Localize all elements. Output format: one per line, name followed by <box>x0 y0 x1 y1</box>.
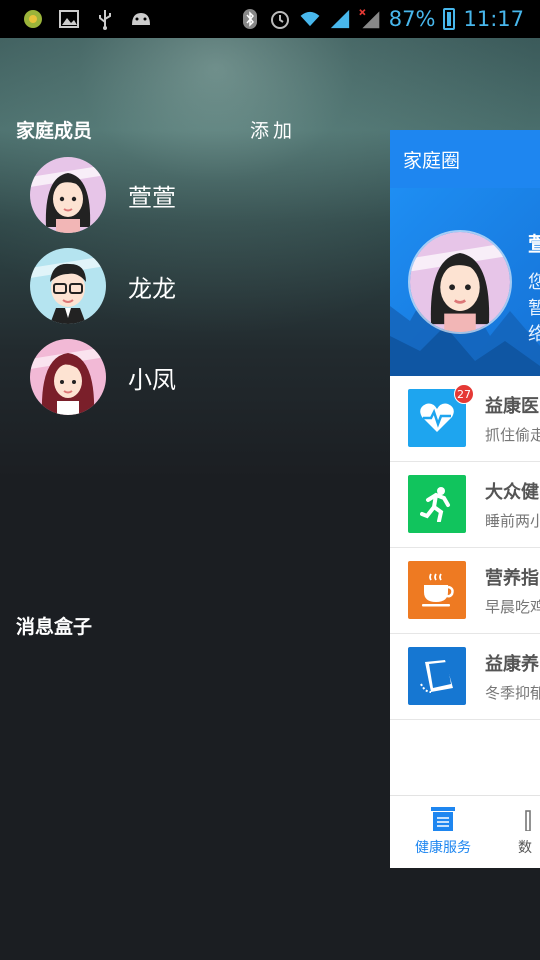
alarm-icon <box>269 8 291 30</box>
clock: 11:17 <box>463 7 524 31</box>
coffee-cup-icon <box>408 561 466 619</box>
avatar <box>30 339 106 415</box>
member-item[interactable]: 龙龙 <box>30 248 176 324</box>
service-title: 益康养 <box>485 654 539 675</box>
service-desc: 睡前两小 <box>485 512 540 530</box>
service-item[interactable]: 大众健 睡前两小 <box>390 462 540 548</box>
profile-name: 萱 <box>528 232 540 256</box>
android-icon <box>130 8 152 30</box>
service-item[interactable]: 27 益康医 抓住偷走 <box>390 376 540 462</box>
profile-text-line: 您 <box>528 272 540 293</box>
bluetooth-icon <box>239 8 261 30</box>
status-bar: 87% 11:17 <box>0 0 540 38</box>
add-member-link[interactable]: 添加 <box>250 116 296 143</box>
service-desc: 冬季抑郁 <box>485 684 540 702</box>
member-name: 萱萱 <box>128 183 176 212</box>
service-item[interactable]: 益康养 冬季抑郁 <box>390 634 540 720</box>
running-icon <box>408 475 466 533</box>
profile-banner[interactable]: 萱 您 暂 络 <box>390 188 540 376</box>
book-icon <box>408 647 466 705</box>
image-icon <box>58 8 80 30</box>
page-title: 家庭圈 <box>403 149 461 172</box>
service-desc: 早晨吃鸡 <box>485 598 540 616</box>
member-name: 小凤 <box>128 365 176 394</box>
game-icon <box>22 8 44 30</box>
service-title: 大众健 <box>485 482 539 503</box>
service-desc: 抓住偷走 <box>485 426 540 444</box>
family-members-title: 家庭成员 <box>16 120 93 142</box>
avatar <box>408 230 512 334</box>
member-item[interactable]: 小凤 <box>30 339 176 415</box>
bottom-tab-bar: 健康服务 数 <box>390 795 540 868</box>
avatar <box>30 248 106 324</box>
battery-percent: 87% <box>388 7 436 31</box>
signal-icon <box>329 8 351 30</box>
service-title: 益康医 <box>485 396 539 417</box>
profile-text-line: 暂 <box>528 298 540 319</box>
panel-header: 家庭圈 <box>390 130 540 188</box>
family-circle-panel[interactable]: 家庭圈 萱 您 暂 络 27 益康医 抓住偷走 大众健 睡前两小 营养指 早晨吃… <box>390 130 540 868</box>
tab-data[interactable]: 数 <box>518 796 540 868</box>
member-name: 龙龙 <box>128 274 176 303</box>
unread-badge: 27 <box>454 384 474 404</box>
usb-icon <box>94 8 116 30</box>
tab-health-service[interactable]: 健康服务 <box>410 796 476 868</box>
signal-no-sim-icon <box>359 8 381 30</box>
tab-label: 健康服务 <box>415 840 471 856</box>
health-service-icon <box>431 807 455 831</box>
avatar <box>30 157 106 233</box>
service-title: 营养指 <box>485 568 539 589</box>
wifi-icon <box>299 8 321 30</box>
data-icon <box>525 810 531 831</box>
message-box-title: 消息盒子 <box>16 616 93 638</box>
tab-label: 数 <box>518 840 532 856</box>
profile-text-line: 络 <box>528 324 540 345</box>
battery-icon <box>443 8 456 30</box>
service-item[interactable]: 营养指 早晨吃鸡 <box>390 548 540 634</box>
member-item[interactable]: 萱萱 <box>30 157 176 233</box>
